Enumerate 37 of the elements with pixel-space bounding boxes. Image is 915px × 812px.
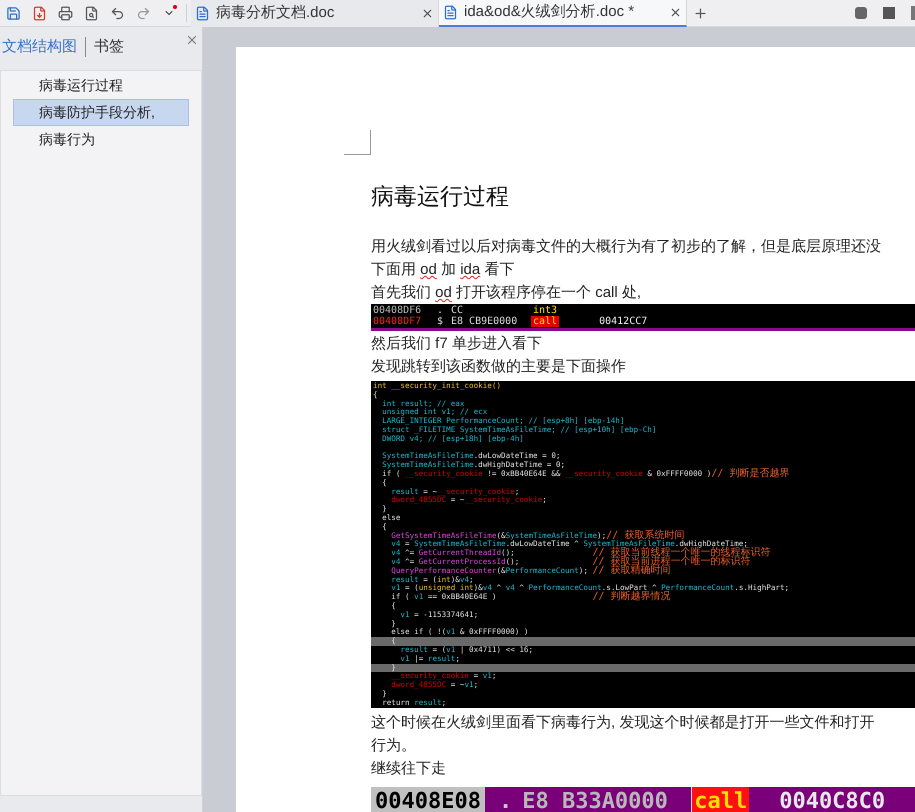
marker-text: . <box>498 788 512 812</box>
bytes-text: CC <box>451 305 464 316</box>
paragraph-text: 这个时候在火绒剑里面看下病毒行为, 发现这个时候都是打开一些文件和打开 <box>371 713 876 734</box>
document-tab[interactable]: 病毒分析文档.doc <box>191 0 439 26</box>
document-tab[interactable]: ida&od&火绒剑分析.doc * <box>439 0 687 26</box>
address-text: 00408DF7 <box>372 316 422 327</box>
mnemonic-text: call <box>531 316 560 327</box>
marker-text: . <box>437 305 444 316</box>
tab-title: 病毒分析文档.doc <box>216 2 336 23</box>
pane-tab[interactable]: 文档结构图 <box>0 36 79 58</box>
mnemonic-text: int3 <box>532 305 558 316</box>
margin-corner-mark <box>344 130 371 155</box>
outline-item[interactable]: 病毒行为 <box>13 126 189 153</box>
marker-text: $ <box>437 316 444 327</box>
bytes-text: E8 CB9E0000 <box>451 316 518 327</box>
pane-tab[interactable]: 书签 <box>92 36 126 58</box>
address-text: 00408E08 <box>371 787 485 812</box>
paragraph-text: 用火绒剑看过以后对病毒文件的大概行为有了初步的了解，但是底层原理还没 <box>371 237 882 257</box>
paragraph-text: 继续往下走 <box>371 759 447 780</box>
mnemonic-text: call <box>692 787 750 812</box>
section-heading: 病毒运行过程 <box>371 182 510 211</box>
close-icon <box>185 33 199 47</box>
close-icon <box>421 6 434 20</box>
paragraph-text: 发现跳转到该函数做的主要是下面操作 <box>371 357 627 377</box>
operand-text: 0040C8C0 <box>779 788 886 812</box>
operand-text: 00412CC7 <box>599 316 648 327</box>
document-icon <box>195 6 210 20</box>
tab-title: ida&od&火绒剑分析.doc * <box>464 2 636 22</box>
outline-item[interactable]: 病毒运行过程 <box>13 72 189 99</box>
paragraph-text: 行为。 <box>371 736 417 756</box>
paragraph-text: 下面用 od 加 ida 看下 <box>371 260 516 280</box>
document-icon <box>443 4 458 20</box>
outline-item[interactable]: 病毒防护手段分析, <box>13 99 189 126</box>
paragraph-text: 然后我们 f7 单步进入看下 <box>371 334 543 354</box>
paragraph-text: 首先我们 od 打开该程序停在一个 call 处, <box>371 283 642 303</box>
close-icon <box>669 6 682 18</box>
address-text: 00408DF6 <box>372 305 422 316</box>
